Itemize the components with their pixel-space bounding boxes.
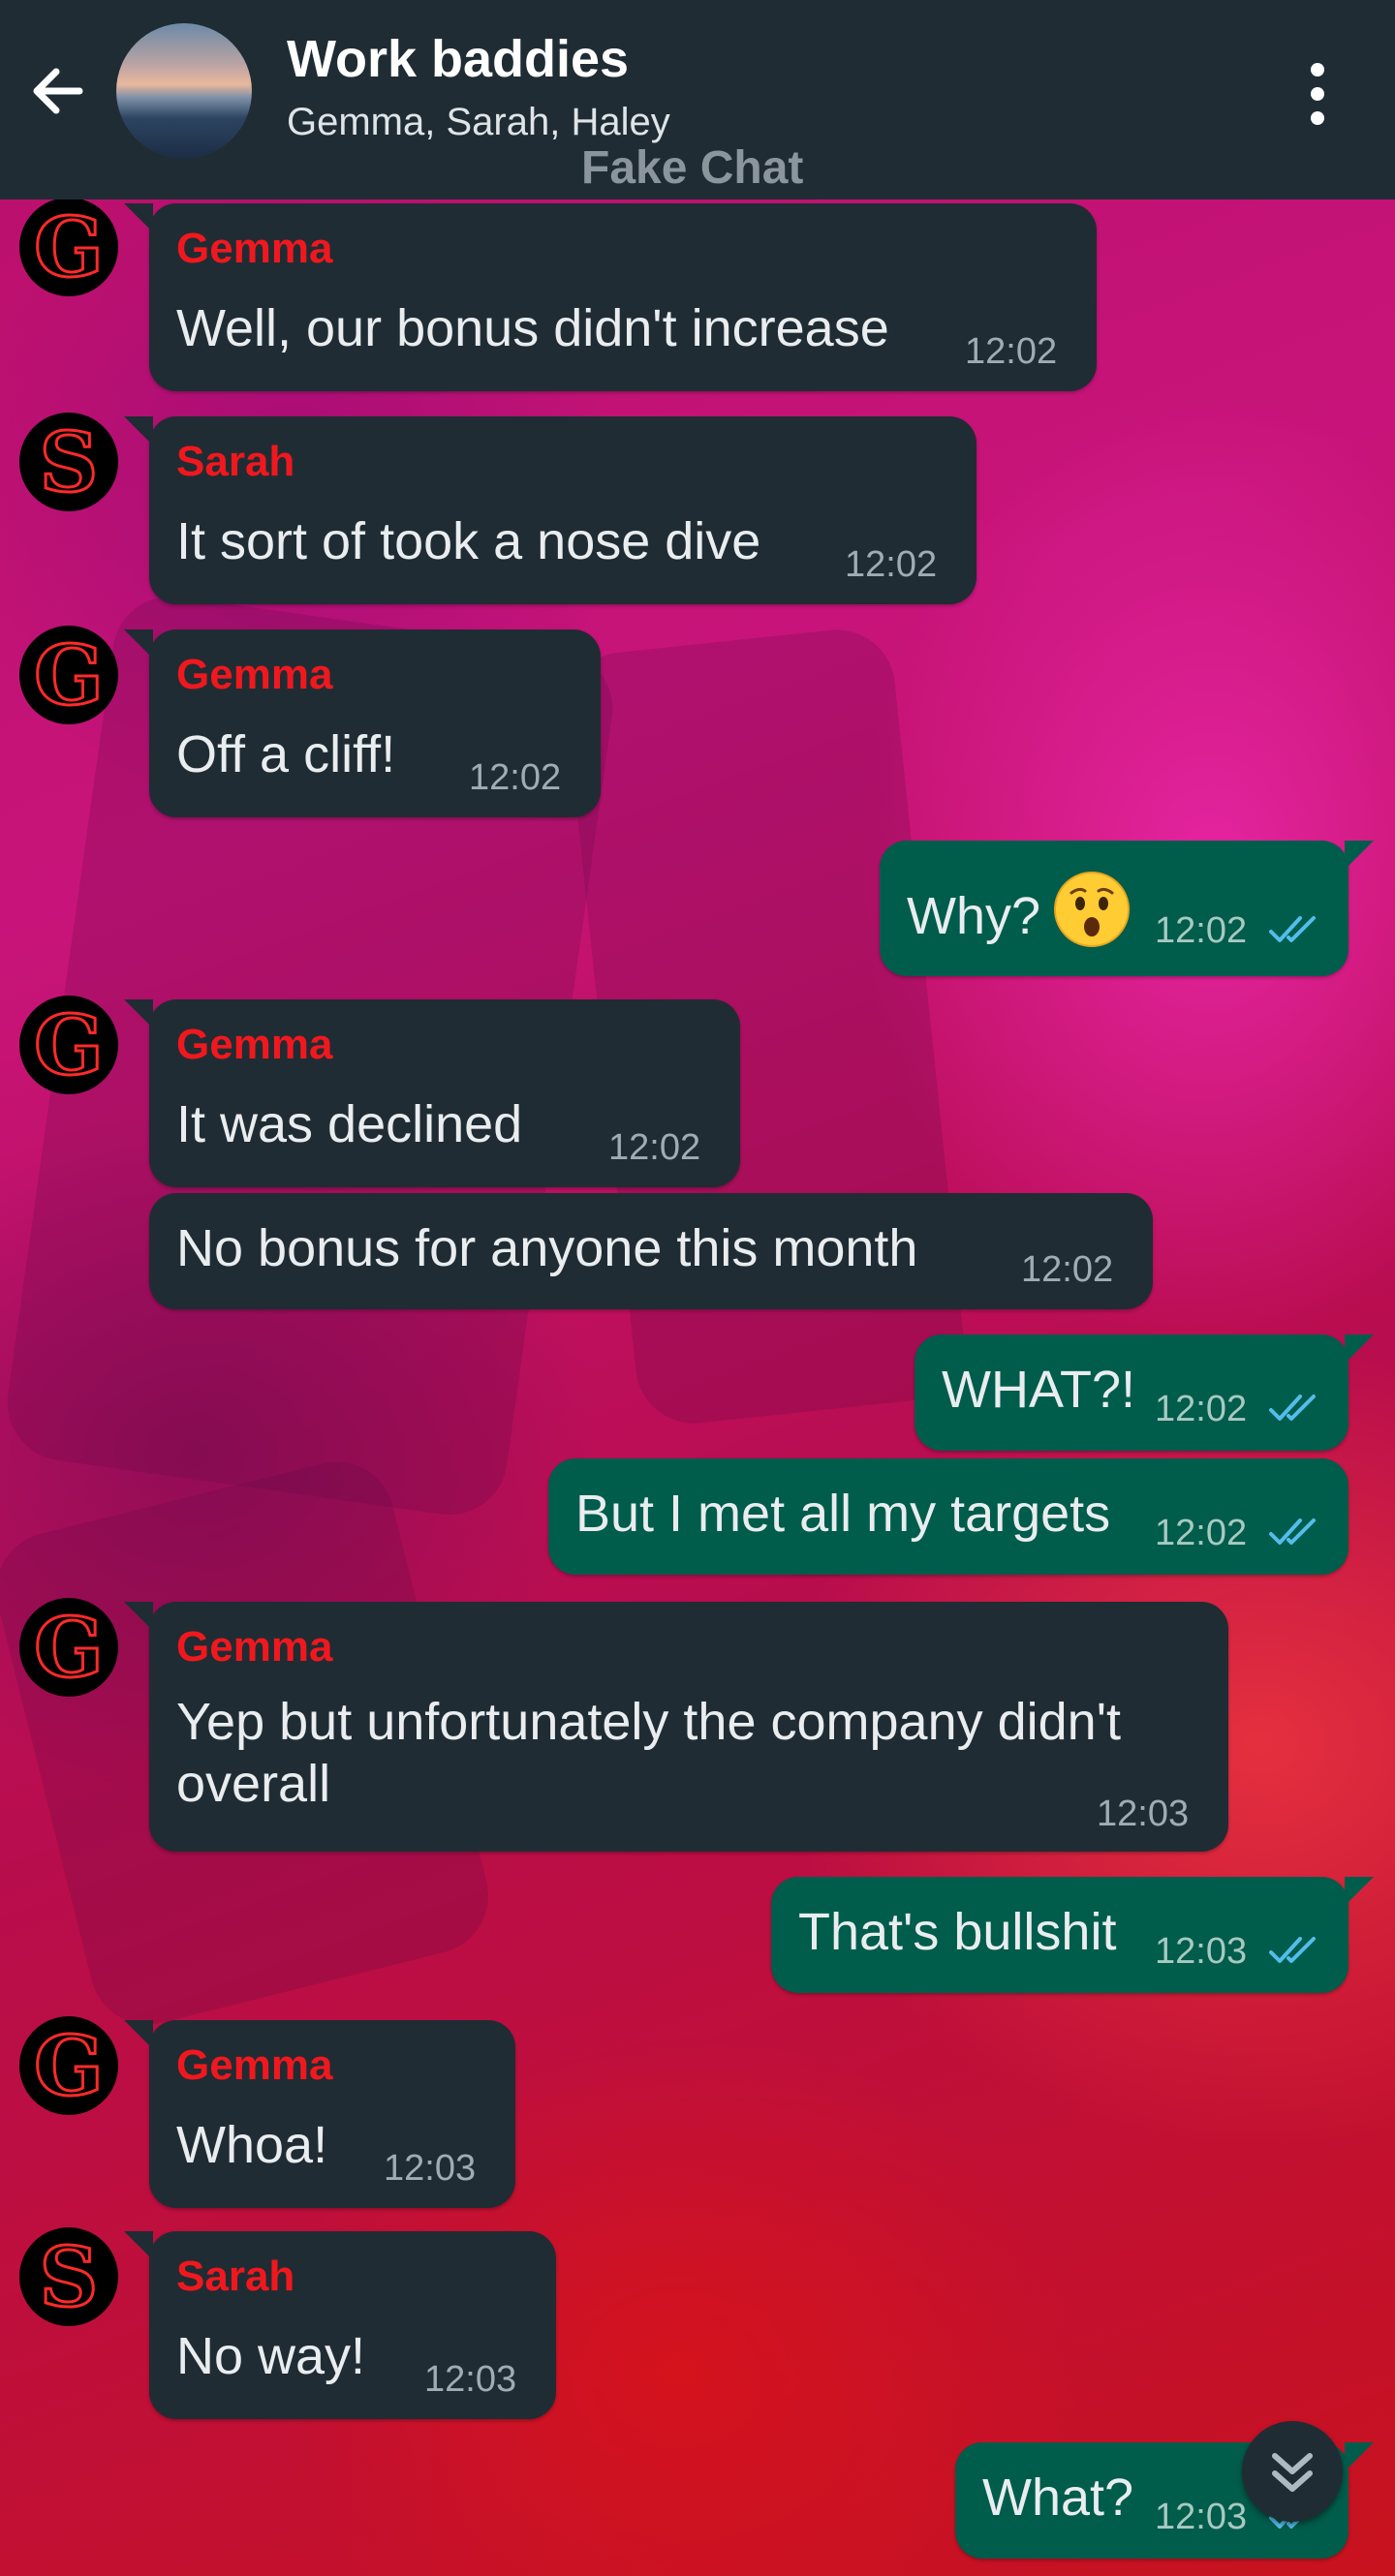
chat-title[interactable]: Work baddies bbox=[287, 29, 629, 89]
message-bubble[interactable]: But I met all my targets 12:02 bbox=[548, 1458, 1348, 1575]
message-time: 12:03 bbox=[424, 2359, 517, 2400]
message-text: Well, our bonus didn't increase bbox=[176, 299, 889, 357]
message-bubble[interactable]: Why? 12:02 bbox=[880, 841, 1374, 976]
message-text: Whoa! bbox=[176, 2116, 328, 2174]
message-bubble[interactable]: Gemma Whoa! 12:03 bbox=[124, 2020, 515, 2208]
read-receipt-icon bbox=[1269, 1395, 1316, 1421]
sender-name: Gemma bbox=[176, 651, 333, 698]
sender-avatar[interactable]: G bbox=[19, 1598, 118, 1697]
chat-header: Work baddies Gemma, Sarah, Haley Fake Ch… bbox=[0, 0, 1395, 199]
message-bubble[interactable]: No bonus for anyone this month 12:02 bbox=[149, 1193, 1153, 1309]
group-avatar[interactable] bbox=[116, 23, 252, 159]
message-text-content: Why? bbox=[907, 887, 1041, 945]
message-text: No way! bbox=[176, 2327, 366, 2385]
sender-name: Gemma bbox=[176, 1623, 333, 1671]
message-bubble[interactable]: Gemma Off a cliff! 12:02 bbox=[124, 629, 601, 817]
message-bubble[interactable]: Sarah No way! 12:03 bbox=[124, 2231, 556, 2419]
message-bubble[interactable]: Gemma Yep but unfortunately the company … bbox=[124, 1602, 1228, 1852]
message-text: That's bullshit bbox=[798, 1903, 1117, 1961]
message-time: 12:03 bbox=[384, 2148, 477, 2189]
hushed-face-emoji-icon bbox=[1054, 872, 1131, 947]
chat-participants[interactable]: Gemma, Sarah, Haley bbox=[287, 101, 670, 144]
sender-name: Gemma bbox=[176, 225, 333, 272]
watermark: Fake Chat bbox=[581, 142, 804, 194]
message-text: But I met all my targets bbox=[575, 1485, 1111, 1543]
sender-avatar[interactable]: G bbox=[19, 2016, 118, 2115]
sender-name: Sarah bbox=[176, 2253, 295, 2300]
message-text: WHAT?! bbox=[942, 1361, 1135, 1419]
more-options-icon[interactable] bbox=[1294, 60, 1341, 128]
message-time: 12:02 bbox=[608, 1127, 701, 1168]
back-arrow-icon[interactable] bbox=[23, 56, 93, 126]
sender-avatar[interactable]: S bbox=[19, 413, 118, 511]
sender-name: Sarah bbox=[176, 438, 295, 485]
message-bubble[interactable]: WHAT?! 12:02 bbox=[914, 1334, 1374, 1451]
scroll-to-bottom-button[interactable] bbox=[1242, 2421, 1343, 2522]
message-text: No bonus for anyone this month bbox=[176, 1219, 918, 1277]
message-time: 12:02 bbox=[469, 757, 562, 798]
message-text: It was declined bbox=[176, 1095, 523, 1153]
message-list[interactable]: G Gemma Well, our bonus didn't increase … bbox=[0, 198, 1395, 2576]
read-receipt-icon bbox=[1269, 1518, 1316, 1545]
message-text: Yep but unfortunately the company didn't… bbox=[176, 1693, 1122, 1813]
message-text: Off a cliff! bbox=[176, 725, 396, 783]
message-time: 12:02 bbox=[1155, 910, 1248, 951]
message-bubble[interactable]: Gemma Well, our bonus didn't increase 12… bbox=[124, 203, 1097, 391]
message-time: 12:02 bbox=[1155, 1513, 1248, 1553]
message-text: It sort of took a nose dive bbox=[176, 512, 761, 570]
message-bubble[interactable]: Gemma It was declined 12:02 bbox=[124, 999, 740, 1187]
message-time: 12:03 bbox=[1155, 1931, 1248, 1972]
sender-name: Gemma bbox=[176, 2041, 333, 2089]
read-receipt-icon bbox=[1269, 916, 1316, 942]
message-bubble[interactable]: Sarah It sort of took a nose dive 12:02 bbox=[124, 416, 976, 604]
message-time: 12:02 bbox=[1155, 1389, 1248, 1429]
message-text: What? bbox=[982, 2469, 1134, 2527]
message-bubble[interactable]: That's bullshit 12:03 bbox=[771, 1877, 1374, 1993]
message-time: 12:03 bbox=[1155, 2497, 1248, 2537]
message-time: 12:03 bbox=[1097, 1794, 1190, 1834]
sender-avatar[interactable]: S bbox=[19, 2227, 118, 2326]
sender-avatar[interactable]: G bbox=[19, 198, 118, 296]
sender-name: Gemma bbox=[176, 1021, 333, 1068]
sender-avatar[interactable]: G bbox=[19, 996, 118, 1094]
message-text: Why? bbox=[907, 870, 1132, 949]
message-time: 12:02 bbox=[965, 331, 1058, 372]
read-receipt-icon bbox=[1269, 1937, 1316, 1963]
message-time: 12:02 bbox=[845, 544, 938, 585]
sender-avatar[interactable]: G bbox=[19, 626, 118, 724]
message-time: 12:02 bbox=[1021, 1249, 1114, 1290]
double-chevron-down-icon bbox=[1272, 2453, 1313, 2492]
